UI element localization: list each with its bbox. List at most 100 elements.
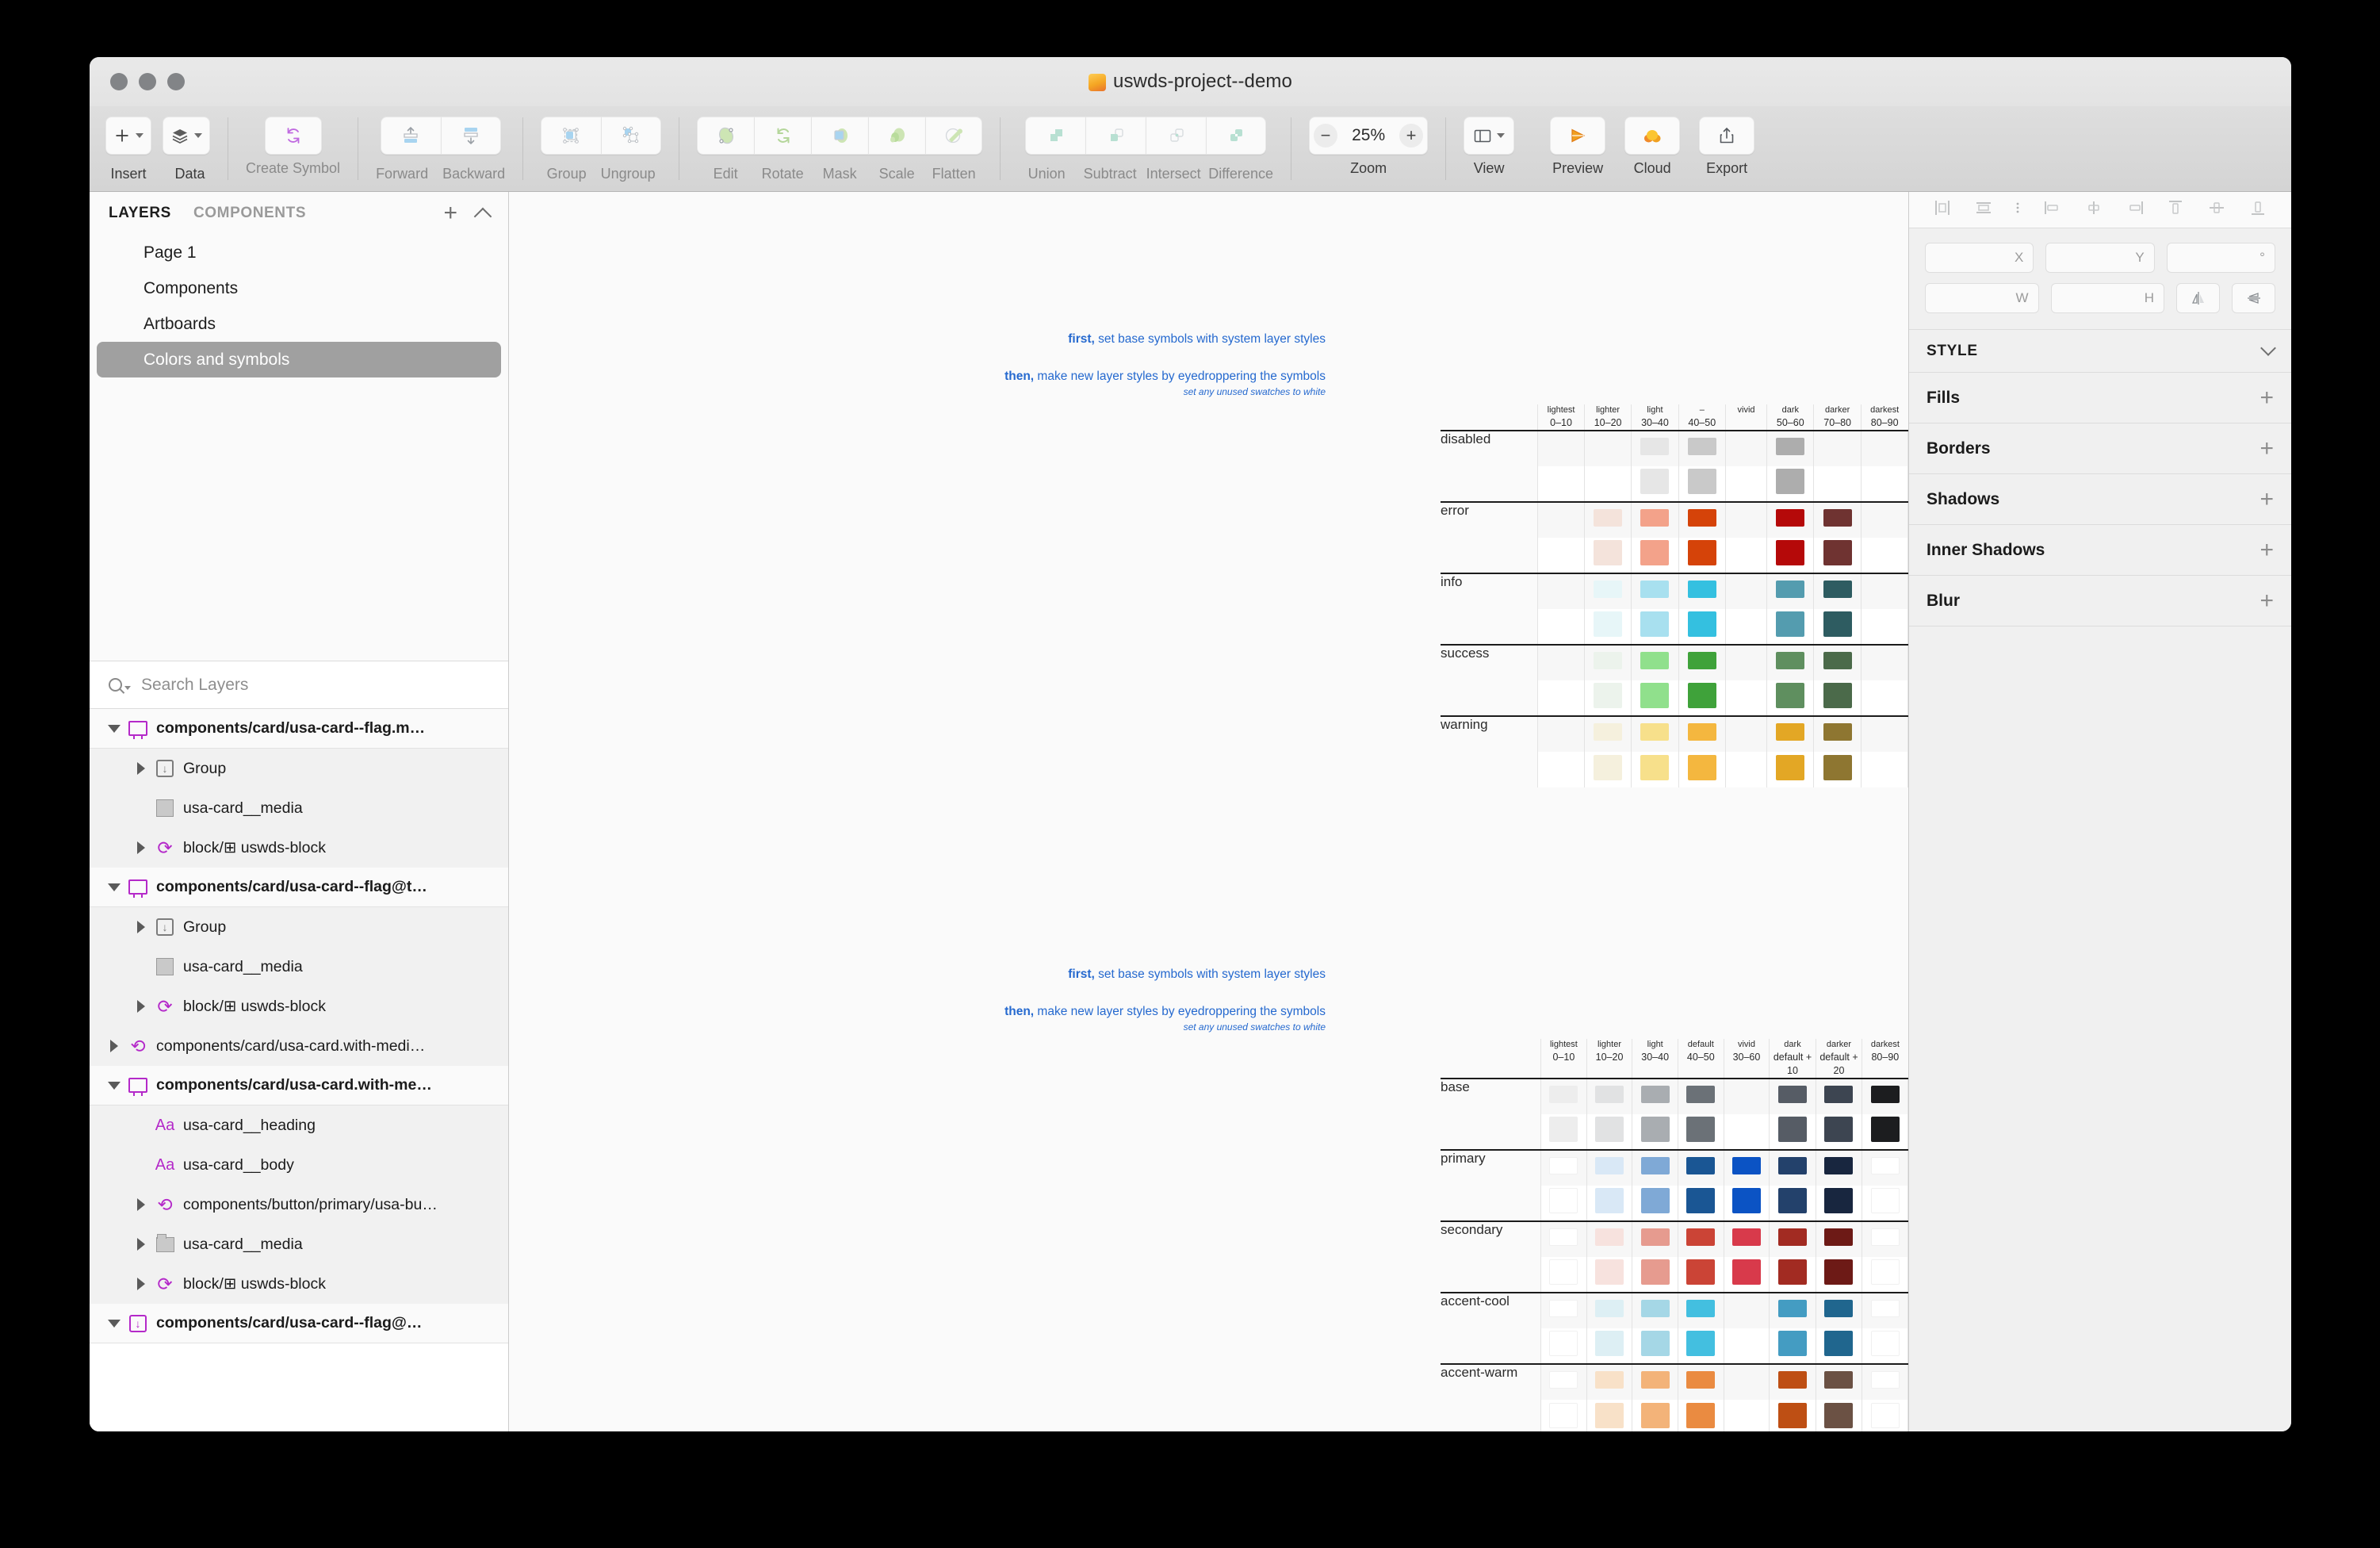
swatch-cell[interactable] [1632,502,1678,538]
swatch-cell[interactable] [1538,466,1585,502]
preview-button[interactable] [1550,117,1605,155]
swatch-cell[interactable] [1678,1079,1724,1114]
swatch-cell[interactable] [1586,1400,1632,1431]
color-swatch[interactable] [1824,1371,1853,1389]
swatch-cell[interactable] [1725,716,1766,752]
color-swatch[interactable] [1688,683,1716,708]
swatch-cell[interactable] [1632,1114,1678,1150]
disclosure-open-icon[interactable] [104,883,124,891]
swatch-cell[interactable] [1767,609,1814,645]
swatch-cell[interactable] [1861,538,1907,573]
swatch-cell[interactable] [1725,680,1766,716]
color-swatch[interactable] [1595,1188,1624,1213]
forward-button[interactable] [381,117,441,155]
swatch-cell[interactable] [1538,680,1585,716]
color-swatch[interactable] [1595,1259,1624,1285]
swatch-cell[interactable] [1862,1221,1908,1257]
swatch-cell[interactable] [1632,538,1678,573]
color-swatch[interactable] [1641,1259,1670,1285]
color-swatch[interactable] [1824,1259,1853,1285]
x-field[interactable]: X [1925,243,2034,273]
swatch-cell[interactable] [1861,716,1907,752]
zoom-value[interactable]: 25% [1341,126,1396,145]
color-swatch[interactable] [1776,683,1804,708]
export-button[interactable] [1699,117,1754,155]
layer-row[interactable]: Aa usa-card__heading [90,1105,508,1145]
swatch-cell[interactable] [1767,502,1814,538]
swatch-cell[interactable] [1767,573,1814,609]
color-swatch[interactable] [1640,683,1669,708]
search-input[interactable]: Search Layers [141,676,248,695]
swatch-cell[interactable] [1678,752,1725,787]
property-row-shadows[interactable]: Shadows + [1909,474,2291,525]
color-swatch[interactable] [1594,580,1622,598]
swatch-cell[interactable] [1678,1400,1724,1431]
swatch-cell[interactable] [1538,538,1585,573]
layer-row[interactable]: ↓ Group [90,907,508,947]
swatch-cell[interactable] [1861,502,1907,538]
color-swatch[interactable] [1595,1117,1624,1142]
sidebar-page-artboards[interactable]: Artboards [97,306,501,342]
layer-row[interactable]: ⟲ components/button/primary/usa-bu… [90,1185,508,1224]
swatch-cell[interactable] [1814,752,1861,787]
color-swatch[interactable] [1871,1300,1900,1317]
minimize-button[interactable] [139,73,156,90]
scale-button[interactable] [868,117,925,155]
color-swatch[interactable] [1640,438,1669,455]
swatch-cell[interactable] [1861,680,1907,716]
align-middle-icon[interactable] [2206,198,2227,221]
swatch-cell[interactable] [1586,1328,1632,1364]
swatch-cell[interactable] [1541,1364,1587,1400]
swatch-cell[interactable] [1678,538,1725,573]
layer-row[interactable]: ⟳ block/⊞ uswds-block [90,828,508,868]
layer-row[interactable]: ↓ components/card/usa-card--flag@… [90,1304,508,1343]
swatch-cell[interactable] [1770,1186,1816,1221]
swatch-cell[interactable] [1862,1293,1908,1328]
difference-button[interactable] [1206,117,1266,155]
swatch-cell[interactable] [1767,538,1814,573]
color-swatch[interactable] [1640,723,1669,741]
swatch-cell[interactable] [1541,1293,1587,1328]
swatch-cell[interactable] [1584,645,1631,680]
color-swatch[interactable] [1688,540,1716,565]
swatch-cell[interactable] [1816,1186,1862,1221]
swatch-cell[interactable] [1814,609,1861,645]
swatch-cell[interactable] [1814,716,1861,752]
swatch-cell[interactable] [1678,680,1725,716]
color-swatch[interactable] [1776,509,1804,527]
color-swatch[interactable] [1594,723,1622,741]
swatch-cell[interactable] [1861,431,1907,466]
color-swatch[interactable] [1688,580,1716,598]
swatch-cell[interactable] [1632,1150,1678,1186]
swatch-cell[interactable] [1678,1221,1724,1257]
swatch-cell[interactable] [1724,1114,1770,1150]
zoom-stepper[interactable]: − 25% + [1309,117,1428,155]
swatch-cell[interactable] [1814,573,1861,609]
swatch-cell[interactable] [1770,1221,1816,1257]
color-swatch[interactable] [1776,469,1804,494]
swatch-cell[interactable] [1862,1079,1908,1114]
distribute-right-icon[interactable] [2125,198,2145,221]
swatch-cell[interactable] [1541,1257,1587,1293]
swatch-cell[interactable] [1584,609,1631,645]
color-swatch[interactable] [1641,1188,1670,1213]
layer-row[interactable]: ⟳ block/⊞ uswds-block [90,987,508,1026]
color-swatch[interactable] [1686,1371,1715,1389]
subtract-button[interactable] [1085,117,1146,155]
swatch-cell[interactable] [1770,1257,1816,1293]
color-swatch[interactable] [1595,1371,1624,1389]
sidebar-page-colors-and-symbols[interactable]: Colors and symbols [97,342,501,377]
add-blur-button[interactable]: + [2259,589,2274,613]
color-swatch[interactable] [1824,1188,1853,1213]
add-border-button[interactable]: + [2259,437,2274,461]
color-swatch[interactable] [1640,509,1669,527]
swatch-cell[interactable] [1767,431,1814,466]
color-swatch[interactable] [1778,1157,1807,1174]
color-swatch[interactable] [1776,755,1804,780]
search-layers-bar[interactable]: Search Layers [90,661,508,709]
property-row-blur[interactable]: Blur + [1909,576,2291,626]
color-swatch[interactable] [1549,1228,1578,1246]
swatch-cell[interactable] [1541,1114,1587,1150]
swatch-cell[interactable] [1538,609,1585,645]
color-swatch[interactable] [1776,438,1804,455]
